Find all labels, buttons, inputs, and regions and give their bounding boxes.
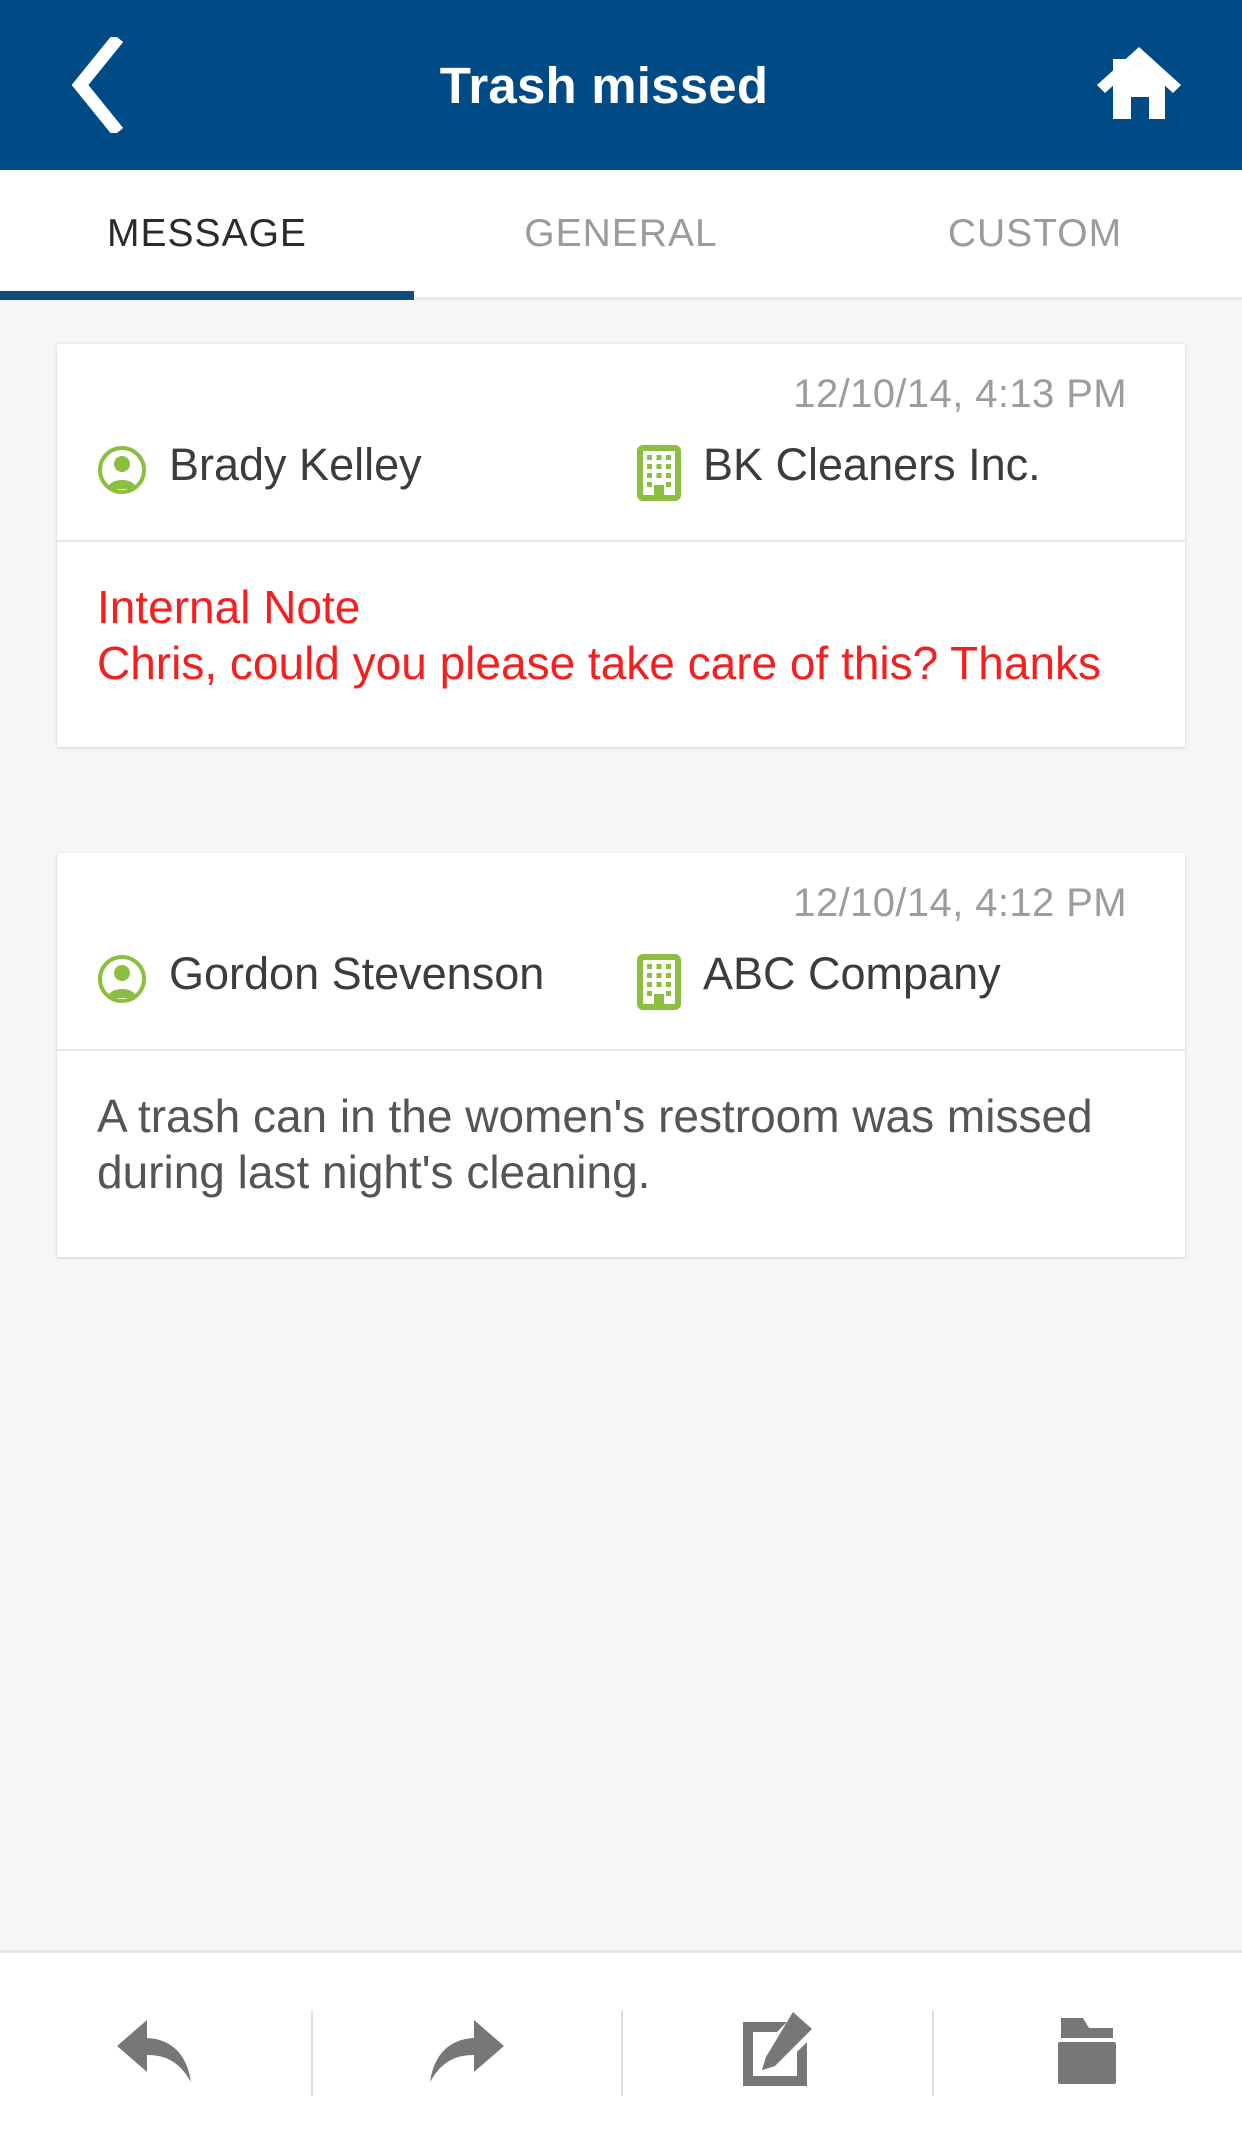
message-card[interactable]: 12/10/14, 4:13 PM Brady Kelley BK Cleane… xyxy=(57,344,1185,748)
folder-button[interactable] xyxy=(931,1953,1242,2148)
message-card-body: A trash can in the women's restroom was … xyxy=(57,1051,1185,1256)
message-sender-name: Brady Kelley xyxy=(169,439,422,490)
folder-icon xyxy=(1041,2006,1133,2095)
message-body-text: A trash can in the women's restroom was … xyxy=(97,1090,1093,1198)
home-icon xyxy=(1093,41,1185,130)
app-header: Trash missed xyxy=(0,0,1242,170)
message-card[interactable]: 12/10/14, 4:12 PM Gordon Stevenson ABC C… xyxy=(57,853,1185,1257)
message-company-name: ABC Company xyxy=(703,948,1001,1000)
page-title: Trash missed xyxy=(439,56,769,114)
message-company-name: BK Cleaners Inc. xyxy=(703,439,1041,490)
message-company: BK Cleaners Inc. xyxy=(637,439,1145,506)
forward-button[interactable] xyxy=(310,1953,622,2148)
tab-custom[interactable]: CUSTOM xyxy=(828,170,1242,297)
tab-custom-label: CUSTOM xyxy=(947,211,1123,255)
message-meta-row: Gordon Stevenson ABC Company xyxy=(97,948,1145,1015)
message-card-body: Internal Note Chris, could you please ta… xyxy=(57,542,1185,747)
forward-arrow-icon xyxy=(420,2006,512,2095)
reply-arrow-icon xyxy=(109,2006,201,2095)
user-circle-icon xyxy=(97,954,147,1009)
message-timestamp: 12/10/14, 4:12 PM xyxy=(793,881,1127,926)
message-sender: Gordon Stevenson xyxy=(97,948,637,1009)
message-sender: Brady Kelley xyxy=(97,439,637,500)
app-screen: Trash missed MESSAGE GENERAL CUSTOM 12/1… xyxy=(0,0,1242,2148)
tab-message-label: MESSAGE xyxy=(107,211,307,255)
compose-edit-icon xyxy=(730,2002,822,2099)
message-card-header: 12/10/14, 4:13 PM Brady Kelley BK Cleane… xyxy=(57,344,1185,542)
chevron-left-icon xyxy=(66,37,126,133)
reply-button[interactable] xyxy=(0,1953,311,2148)
home-button[interactable] xyxy=(1084,35,1194,135)
message-meta-row: Brady Kelley BK Cleaners Inc. xyxy=(97,439,1145,506)
user-circle-icon xyxy=(97,445,147,500)
tab-message[interactable]: MESSAGE xyxy=(0,170,414,300)
compose-button[interactable] xyxy=(621,1953,932,2148)
message-company: ABC Company xyxy=(637,948,1145,1015)
message-body-text: Internal Note Chris, could you please ta… xyxy=(97,581,1102,689)
building-icon xyxy=(637,954,681,1015)
message-sender-name: Gordon Stevenson xyxy=(169,948,545,1000)
tab-bar: MESSAGE GENERAL CUSTOM xyxy=(0,170,1242,300)
tab-general-label: GENERAL xyxy=(524,211,718,255)
bottom-toolbar xyxy=(0,1950,1242,2148)
building-icon xyxy=(637,445,681,506)
tab-general[interactable]: GENERAL xyxy=(414,170,828,297)
message-timestamp: 12/10/14, 4:13 PM xyxy=(793,372,1127,416)
message-card-header: 12/10/14, 4:12 PM Gordon Stevenson ABC C… xyxy=(57,853,1185,1052)
message-list[interactable]: 12/10/14, 4:13 PM Brady Kelley BK Cleane… xyxy=(0,300,1242,1950)
